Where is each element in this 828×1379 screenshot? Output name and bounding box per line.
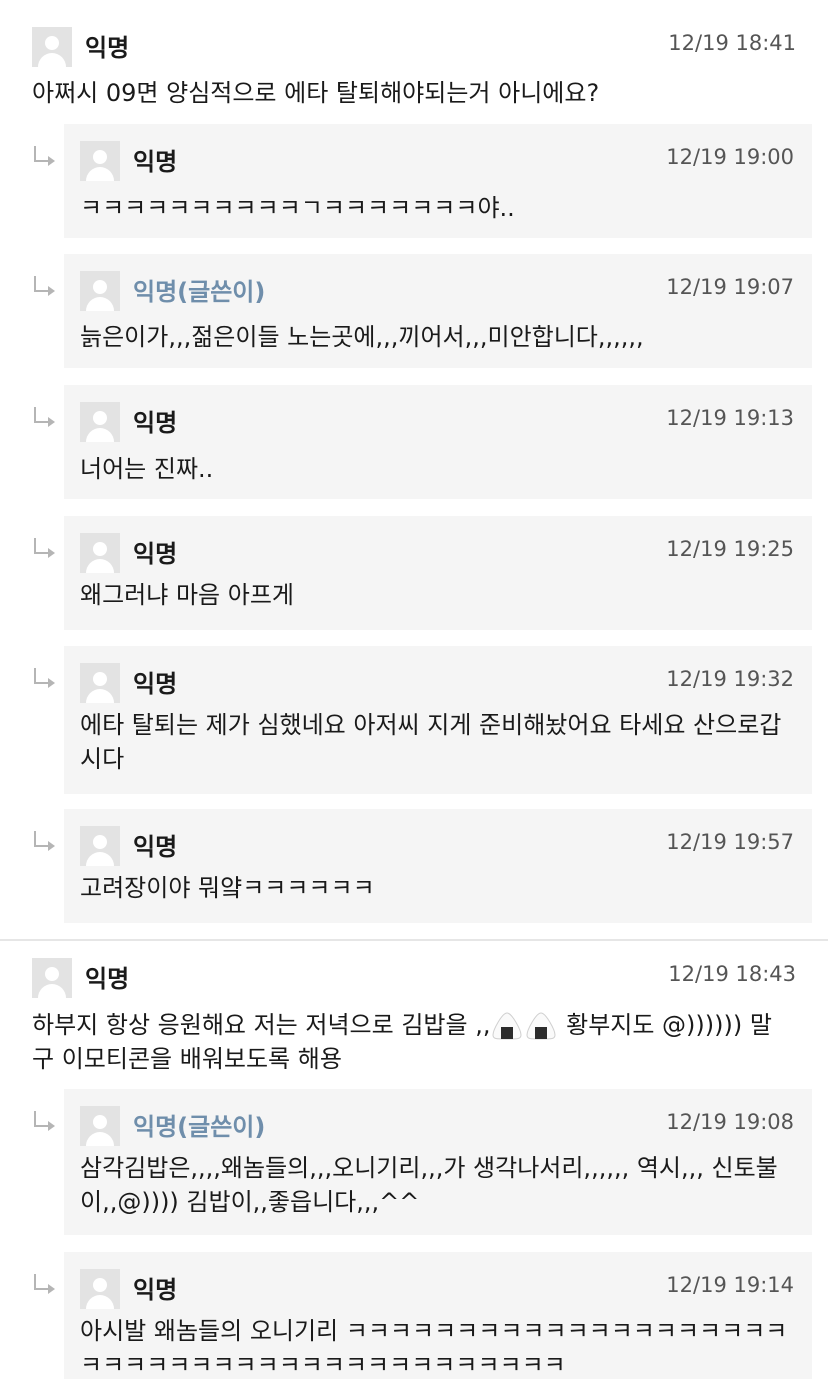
reply-arrow-icon [34,146,55,166]
reply-time: 12/19 19:14 [666,1273,794,1297]
reply[interactable]: 익명 12/19 19:14 아시발 왜놈들의 오니기리 ㅋㅋㅋㅋㅋㅋㅋㅋㅋㅋㅋ… [64,1252,812,1379]
reply[interactable]: 익명 12/19 19:25 왜그러냐 마음 아프게 [64,516,812,630]
reply[interactable]: 익명 12/19 19:00 ㅋㅋㅋㅋㅋㅋㅋㅋㅋㅋㄱㅋㅋㅋㅋㅋㅋㅋ야.. [64,124,812,238]
reply-arrow-icon [34,407,55,427]
avatar[interactable] [80,402,120,442]
reply-author: 익명 [133,409,178,437]
comment-text-start: 하부지 항상 응원해요 저는 저녁으로 김밥을 ,, [32,1011,491,1039]
reply-author-op: 익명(글쓴이) [133,1113,266,1141]
comment-time: 12/19 18:43 [668,962,796,986]
reply-time: 12/19 19:08 [666,1110,794,1134]
thread-divider [0,939,828,941]
reply-arrow-icon [34,831,55,851]
avatar[interactable] [80,271,120,311]
reply-author: 익명 [133,540,178,568]
reply-arrow-icon [34,1274,55,1294]
avatar[interactable] [80,141,120,181]
reply-time: 12/19 19:00 [666,145,794,169]
comment-text[interactable]: 하부지 항상 응원해요 저는 저녁으로 김밥을 ,, 황부지도 @)))))) … [32,1008,772,1076]
reply-text: 늙은이가,,,젊은이들 노는곳에,,,끼어서,,,미안합니다,,,,,, [80,323,644,351]
comment-text[interactable]: 아쩌시 09면 양심적으로 에타 탈퇴해야되는거 아니에요? [32,76,792,110]
reply[interactable]: 익명(글쓴이) 12/19 19:08 삼각김밥은,,,,왜놈들의,,,오니기리… [64,1089,812,1235]
reply-author: 익명 [133,1276,178,1304]
reply-arrow-icon [34,668,55,688]
reply-arrow-icon [34,538,55,558]
reply-arrow-icon [34,276,55,296]
reply-text: 에타 탈퇴는 제가 심했네요 아저씨 지게 준비해놨어요 타세요 산으로갑시다 [80,711,782,773]
reply-text: 고려장이야 뭐얔ㅋㅋㅋㅋㅋㅋ [80,874,375,902]
reply-text: 왜그러냐 마음 아프게 [80,581,294,609]
rice-ball-icon [492,1012,522,1040]
comment-author: 익명 [85,965,130,993]
reply-author: 익명 [133,833,178,861]
avatar[interactable] [80,1106,120,1146]
reply[interactable]: 익명 12/19 19:13 너어는 진짜.. [64,385,812,499]
reply[interactable]: 익명 12/19 19:32 에타 탈퇴는 제가 심했네요 아저씨 지게 준비해… [64,646,812,794]
reply-author-op: 익명(글쓴이) [133,278,266,306]
avatar[interactable] [80,533,120,573]
reply[interactable]: 익명 12/19 19:57 고려장이야 뭐얔ㅋㅋㅋㅋㅋㅋ [64,809,812,923]
rice-ball-icon [526,1012,556,1040]
reply[interactable]: 익명(글쓴이) 12/19 19:07 늙은이가,,,젊은이들 노는곳에,,,끼… [64,254,812,368]
reply-time: 12/19 19:32 [666,667,794,691]
avatar[interactable] [80,663,120,703]
reply-time: 12/19 19:07 [666,275,794,299]
reply-text: 삼각김밥은,,,,왜놈들의,,,오니기리,,,가 생각나서리,,,,,, 역시,… [80,1154,778,1216]
reply-time: 12/19 19:13 [666,406,794,430]
comment-time: 12/19 18:41 [668,31,796,55]
reply-arrow-icon [34,1111,55,1131]
reply-author: 익명 [133,670,178,698]
reply-author: 익명 [133,148,178,176]
reply-text: 아시발 왜놈들의 오니기리 ㅋㅋㅋㅋㅋㅋㅋㅋㅋㅋㅋㅋㅋㅋㅋㅋㅋㅋㅋㅋㅋㅋㅋㅋㅋㅋ… [80,1317,788,1379]
avatar[interactable] [80,826,120,866]
reply-time: 12/19 19:25 [666,537,794,561]
avatar[interactable] [32,958,72,998]
avatar[interactable] [80,1269,120,1309]
reply-time: 12/19 19:57 [666,830,794,854]
reply-text: ㅋㅋㅋㅋㅋㅋㅋㅋㅋㅋㄱㅋㅋㅋㅋㅋㅋㅋ야.. [80,194,515,222]
avatar[interactable] [32,27,72,67]
comment-author: 익명 [85,34,130,62]
reply-text: 너어는 진짜.. [80,455,214,483]
